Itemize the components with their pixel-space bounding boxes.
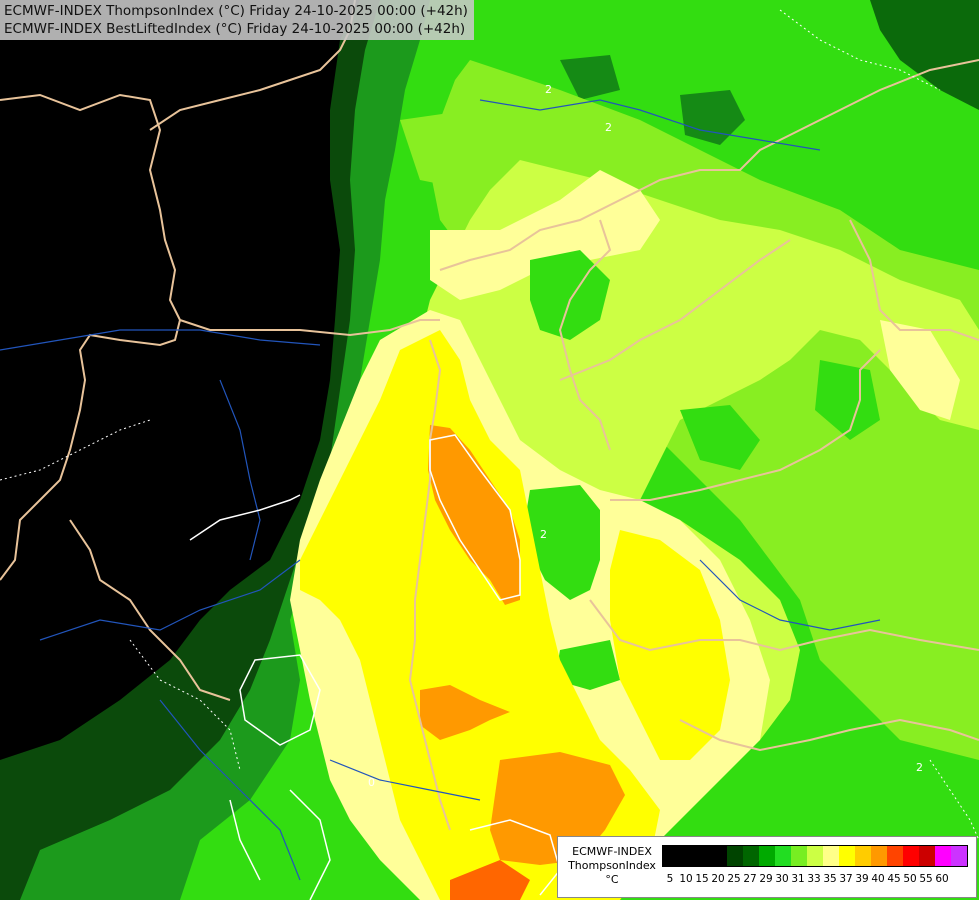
legend-label: ECMWF-INDEX ThompsonIndex °C <box>564 845 660 887</box>
legend-tick-label: 29 <box>759 873 773 885</box>
legend-parameter: ThompsonIndex <box>568 859 656 872</box>
legend-tick-label: 10 <box>679 873 693 885</box>
legend-swatch <box>695 846 711 866</box>
legend-tick-label: 60 <box>935 873 949 885</box>
legend-ticks: 5 10 15 20 25 27 29 30 31 33 35 37 39 40 45 50 55 60 <box>662 873 950 885</box>
contour-label: 2 <box>916 761 923 774</box>
contour-label: 2 <box>545 83 552 96</box>
legend-tick-label: 35 <box>823 873 837 885</box>
legend-tick-label: 45 <box>887 873 901 885</box>
map-title-line1: ECMWF-INDEX ThompsonIndex (°C) Friday 24… <box>4 3 468 19</box>
legend-swatch <box>839 846 855 866</box>
legend-tick-label: 15 <box>695 873 709 885</box>
legend-tick-label: 27 <box>743 873 757 885</box>
legend-tick-label: 5 <box>666 873 674 885</box>
contour-label: 2 <box>540 528 547 541</box>
thompson-index-map: 2 2 2 2 0 <box>0 0 979 900</box>
map-title-box: ECMWF-INDEX ThompsonIndex (°C) Friday 24… <box>0 0 474 40</box>
legend-unit: °C <box>605 873 619 886</box>
color-legend: ECMWF-INDEX ThompsonIndex °C 5 10 15 20 25 27… <box>557 836 977 898</box>
legend-swatch <box>951 846 967 866</box>
map-viewer: 2 2 2 2 0 ECMWF-INDEX ThompsonIndex (°C)… <box>0 0 979 900</box>
contour-label: 2 <box>605 121 612 134</box>
legend-color-bar <box>662 845 968 867</box>
contour-label: 0 <box>368 776 375 789</box>
legend-swatch <box>823 846 839 866</box>
legend-tick-label: 40 <box>871 873 885 885</box>
legend-tick-label: 30 <box>775 873 789 885</box>
legend-swatch <box>887 846 903 866</box>
legend-swatch <box>871 846 887 866</box>
legend-swatch <box>855 846 871 866</box>
legend-swatch <box>711 846 727 866</box>
legend-tick-label: 39 <box>855 873 869 885</box>
legend-tick-label: 25 <box>727 873 741 885</box>
legend-swatch <box>791 846 807 866</box>
legend-swatch <box>743 846 759 866</box>
legend-swatch <box>919 846 935 866</box>
legend-swatch <box>759 846 775 866</box>
map-title-line2: ECMWF-INDEX BestLiftedIndex (°C) Friday … <box>4 21 466 37</box>
legend-swatch <box>663 846 679 866</box>
legend-tick-label: 20 <box>711 873 725 885</box>
legend-tick-label: 50 <box>903 873 917 885</box>
legend-model: ECMWF-INDEX <box>572 845 652 858</box>
legend-tick-label: 33 <box>807 873 821 885</box>
legend-swatch <box>775 846 791 866</box>
legend-swatch <box>935 846 951 866</box>
legend-swatch <box>903 846 919 866</box>
legend-swatch <box>727 846 743 866</box>
legend-tick-label: 31 <box>791 873 805 885</box>
legend-tick-label: 55 <box>919 873 933 885</box>
legend-tick-label: 37 <box>839 873 853 885</box>
legend-swatch <box>679 846 695 866</box>
legend-swatch <box>807 846 823 866</box>
